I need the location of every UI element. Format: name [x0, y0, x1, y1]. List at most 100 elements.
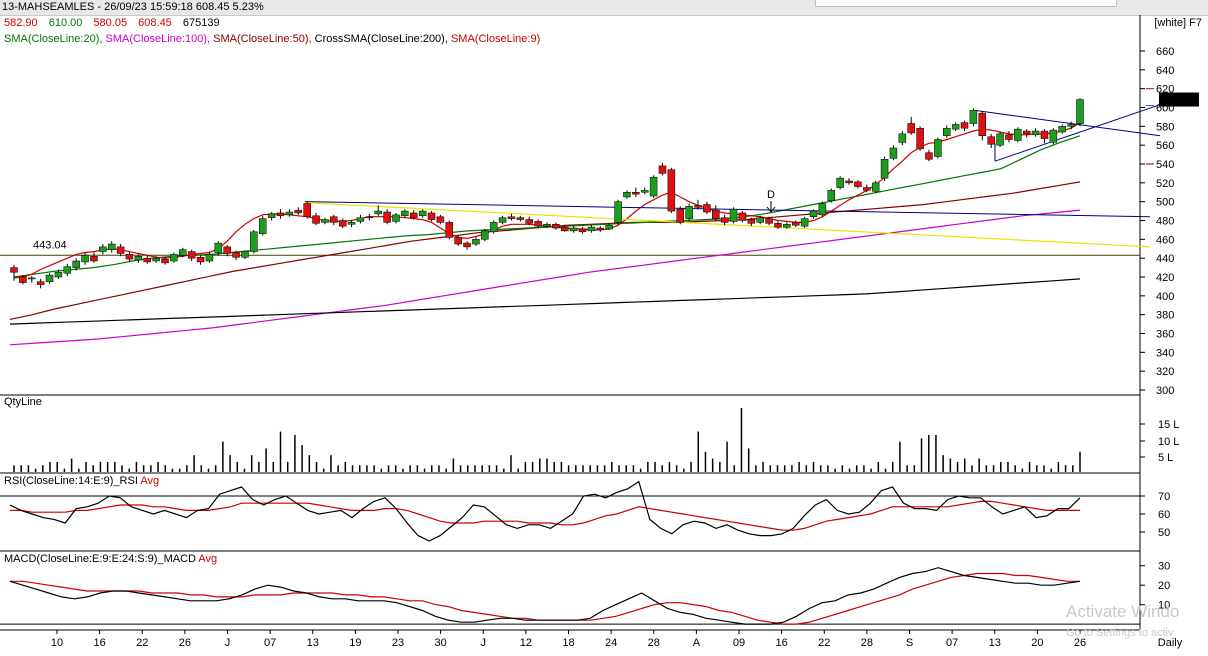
- windows-watermark-sub: Go to Settings to activ: [1066, 627, 1174, 639]
- candle-body: [116, 246, 125, 254]
- candle-body: [489, 222, 498, 233]
- candle-body: [347, 222, 356, 225]
- macd-tick-label: 30: [1158, 561, 1170, 573]
- candle-body: [640, 190, 649, 193]
- x-tick-label: 22: [818, 637, 830, 649]
- x-tick-label: 07: [946, 637, 958, 649]
- candle-body: [356, 217, 365, 222]
- candle-body: [54, 272, 63, 278]
- candle-body: [694, 205, 702, 208]
- candle-body: [99, 246, 107, 252]
- candle-body: [543, 224, 551, 227]
- price-tick-label: 340: [1156, 347, 1174, 359]
- candle-body: [63, 266, 72, 274]
- x-tick-label: 10: [51, 637, 63, 649]
- candle-body: [374, 210, 382, 215]
- candle-body: [587, 226, 596, 232]
- candle-body: [161, 258, 169, 264]
- candle-body: [179, 249, 187, 256]
- candle-body: [28, 277, 36, 280]
- candle-body: [898, 133, 907, 143]
- candle-body: [258, 218, 267, 234]
- candle-body: [534, 221, 542, 227]
- candle-body: [827, 190, 836, 201]
- candle-body: [170, 254, 178, 262]
- candle-body: [649, 176, 658, 197]
- x-tick-label: 16: [776, 637, 788, 649]
- candle-body: [392, 214, 400, 222]
- crosssma200-line: [9, 278, 1081, 325]
- price-tick-label: 320: [1156, 366, 1174, 378]
- windows-watermark: Activate Windo: [1066, 602, 1180, 621]
- candle-body: [125, 254, 134, 260]
- candle-body: [614, 201, 622, 223]
- x-tick-label: 09: [733, 637, 745, 649]
- candle-body: [507, 216, 516, 219]
- price-tick-label: 500: [1156, 197, 1174, 209]
- candle-body: [81, 255, 89, 263]
- candle-body: [338, 220, 347, 227]
- candle-body: [401, 210, 409, 217]
- candle-body: [943, 127, 951, 136]
- candle-body: [685, 206, 693, 219]
- price-tick-label: 360: [1156, 329, 1174, 341]
- candle-body: [1031, 130, 1040, 136]
- candle-body: [241, 251, 249, 258]
- candle-body: [818, 203, 827, 216]
- price-tick-label: 540: [1156, 159, 1174, 171]
- candle-body: [1076, 99, 1084, 124]
- candle-body: [987, 136, 995, 145]
- candle-body: [871, 182, 880, 192]
- candle-body: [951, 124, 960, 130]
- support-level-label: 443.04: [33, 239, 67, 251]
- candle-body: [276, 212, 285, 217]
- candle-body: [605, 224, 613, 230]
- candle-body: [436, 216, 445, 223]
- candle-body: [232, 252, 240, 258]
- candle-body: [729, 208, 738, 222]
- candle-body: [863, 187, 871, 191]
- candle-body: [321, 219, 329, 223]
- candle-body: [907, 123, 915, 134]
- stock-chart[interactable]: 300 320 340 360 380 400 420 440 460 480 500 520 540 5…: [0, 0, 1208, 656]
- candle-body: [481, 230, 489, 240]
- candle-body: [916, 127, 924, 150]
- x-tick-label: 18: [562, 637, 574, 649]
- rsi-avg-line: [10, 500, 1080, 531]
- candle-body: [250, 231, 258, 252]
- x-tick-label: 16: [94, 637, 106, 649]
- candle-body: [561, 226, 569, 232]
- x-tick-label: 20: [1031, 637, 1043, 649]
- x-tick-label: 26: [179, 637, 191, 649]
- candle-body: [196, 256, 205, 263]
- candle-body: [1049, 129, 1058, 143]
- candle-body: [712, 209, 720, 219]
- candle-body: [418, 210, 427, 217]
- macd-tick-label: 20: [1158, 580, 1170, 592]
- price-tick-label: 400: [1156, 291, 1174, 303]
- candle-body: [623, 192, 631, 198]
- candle-body: [569, 227, 578, 232]
- qty-tick-label: 5 L: [1158, 452, 1173, 464]
- candle-body: [19, 276, 27, 283]
- candle-body: [303, 203, 311, 217]
- macd-avg-line: [10, 572, 1080, 625]
- candle-body: [365, 216, 374, 218]
- candle-body: [1022, 130, 1031, 135]
- x-tick-label: 19: [349, 637, 361, 649]
- candle-body: [880, 159, 889, 179]
- candle-body: [578, 228, 587, 233]
- candle-body: [756, 217, 764, 223]
- candle-body: [187, 251, 196, 259]
- candle-body: [720, 217, 729, 223]
- candle-body: [205, 254, 214, 262]
- candle-body: [383, 211, 391, 223]
- candle-body: [90, 256, 98, 262]
- candle-body: [1067, 124, 1075, 127]
- candle-body: [525, 219, 533, 224]
- candle-body: [836, 177, 844, 188]
- candle-body: [596, 227, 605, 231]
- x-tick-label: 22: [136, 637, 148, 649]
- candle-body: [72, 260, 80, 268]
- candle-body: [676, 208, 684, 223]
